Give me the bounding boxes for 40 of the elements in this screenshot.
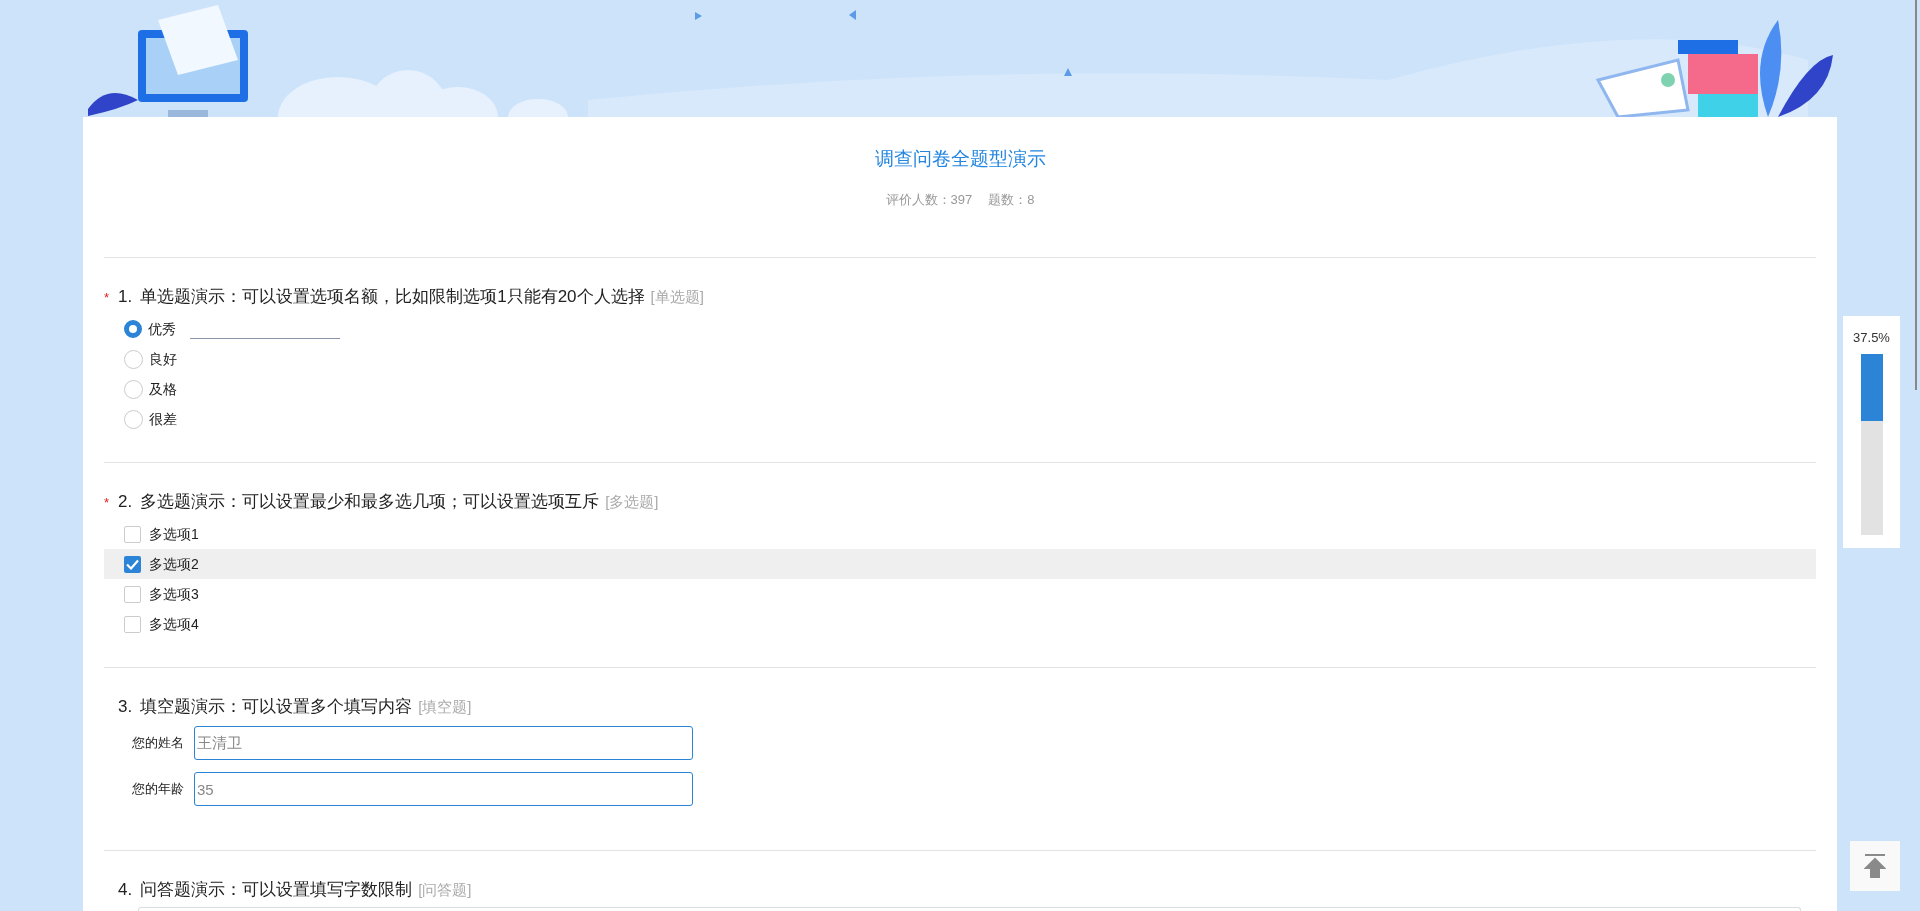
question-type: [多选题] <box>605 492 659 512</box>
question-type: [填空题] <box>418 697 472 717</box>
option-label[interactable]: 多选项2 <box>149 553 199 575</box>
field-label: 您的年龄 <box>131 780 185 799</box>
radio-button[interactable] <box>124 379 143 399</box>
question-number: 3. <box>118 696 133 718</box>
checkbox[interactable] <box>124 615 141 633</box>
option-label[interactable]: 优秀 <box>148 318 176 340</box>
checkbox[interactable] <box>124 525 141 543</box>
input-field[interactable]: 王清卫 <box>194 726 693 760</box>
checkbox[interactable] <box>124 585 141 603</box>
question-number: 1. <box>118 286 133 308</box>
back-to-top-button[interactable] <box>1850 841 1900 891</box>
required-mark: * <box>104 494 111 512</box>
question-text: 单选题演示：可以设置选项名额，比如限制选项1只能有20个人选择 <box>140 286 645 308</box>
radio-button[interactable] <box>124 320 142 338</box>
required-mark: * <box>104 289 111 307</box>
input-field[interactable]: 35 <box>194 772 693 806</box>
option-label[interactable]: 很差 <box>149 408 177 430</box>
radio-button[interactable] <box>124 349 143 369</box>
respondent-count: 评价人数：397 <box>885 190 973 209</box>
arrow-up-icon <box>1864 853 1886 879</box>
checkbox[interactable] <box>124 555 141 573</box>
survey-title: 调查问卷全题型演示 <box>874 147 1046 171</box>
field-label: 您的姓名 <box>131 734 185 753</box>
question-number: 2. <box>118 491 133 513</box>
option-label[interactable]: 多选项3 <box>149 583 199 605</box>
question-text: 多选题演示：可以设置最少和最多选几项；可以设置选项互斥 <box>140 491 600 513</box>
question-number: 4. <box>118 879 133 901</box>
option-label[interactable]: 及格 <box>149 378 177 400</box>
question-type: [单选题] <box>650 287 704 307</box>
option-label[interactable]: 多选项4 <box>149 613 199 635</box>
option-label[interactable]: 多选项1 <box>149 523 199 545</box>
question-type: [问答题] <box>418 880 472 900</box>
question-text: 问答题演示：可以设置填写字数限制 <box>140 879 413 901</box>
question-text: 填空题演示：可以设置多个填写内容 <box>140 696 413 718</box>
question-count: 题数：8 <box>988 190 1035 209</box>
option-label[interactable]: 良好 <box>149 348 177 370</box>
radio-button[interactable] <box>124 409 143 429</box>
progress-reading: 37.5% <box>1853 329 1890 347</box>
